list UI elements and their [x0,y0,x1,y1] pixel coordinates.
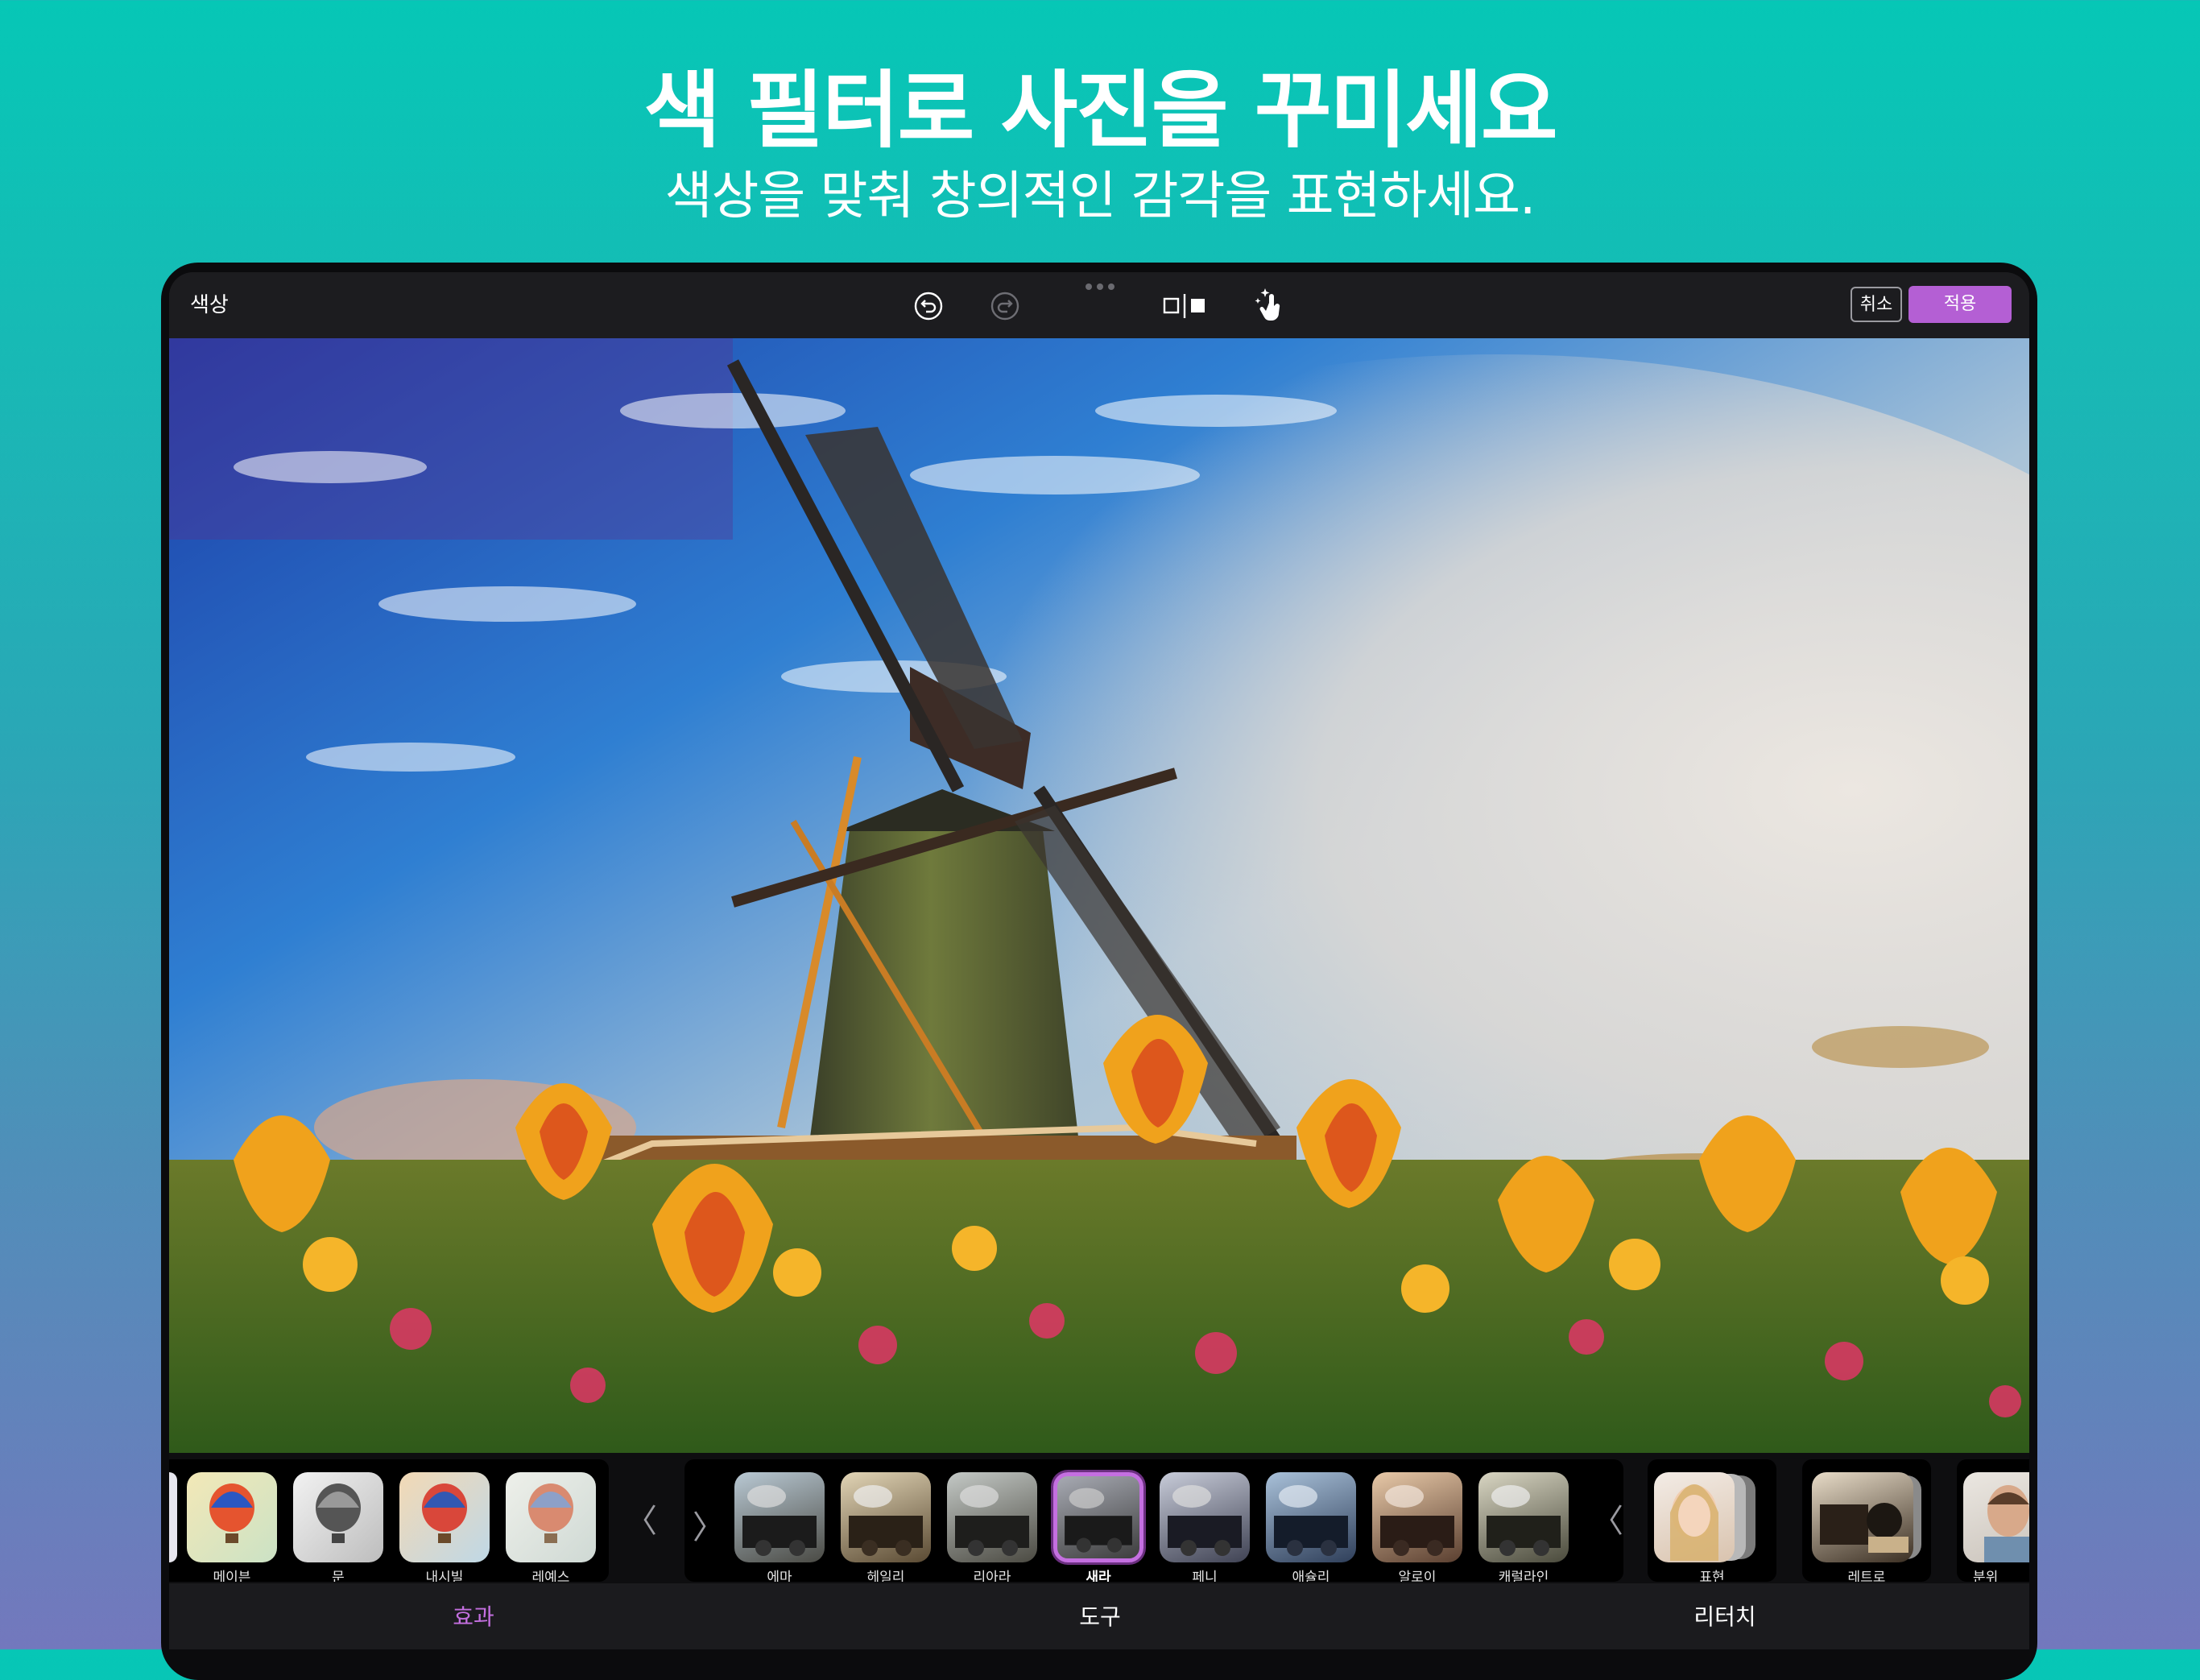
collapse-chevron-icon[interactable]: 〈 [625,1495,657,1541]
filter-label: 에마 [767,1570,792,1582]
filter-thumb-partial[interactable] [169,1472,177,1562]
collapse-chevron-icon[interactable]: 〈 [1591,1495,1623,1541]
filter-thumb-liara[interactable] [947,1472,1037,1562]
filter-thumb-reyes[interactable] [506,1472,596,1562]
category-expression[interactable]: 표현 [1648,1459,1776,1582]
train-image [849,1485,923,1556]
filter-label: 레예스 [531,1570,570,1582]
filter-group-2: 〉 에마 헤일리 리아라 새라 페니 애슐리 알로이 캐럴라인 [684,1459,1623,1582]
filter-thumb-hailey[interactable] [841,1472,931,1562]
filter-thumb-sara[interactable] [1053,1472,1143,1562]
promo-headline: 색 필터로 사진을 꾸미세요 [643,61,1557,159]
promo-subheadline: 색상을 맞춰 창의적인 감각을 표현하세요. [664,167,1536,226]
portrait-image [1963,1472,2029,1562]
balloon-image [528,1483,573,1543]
retro-image [1812,1472,1913,1562]
filter-thumb-penny[interactable] [1160,1472,1250,1562]
cancel-button[interactable]: 취소 [1851,287,1902,322]
apply-button[interactable]: 적용 [1908,286,2012,323]
filter-thumb-caroline[interactable] [1478,1472,1569,1562]
balloon-image [316,1483,361,1543]
filter-thumb-emma[interactable] [734,1472,825,1562]
category-label: 표현 [1699,1570,1725,1582]
redo-icon[interactable] [989,290,1021,322]
expand-chevron-icon[interactable]: 〉 [693,1501,725,1548]
filter-label: 메이븐 [213,1570,251,1582]
train-image [1168,1485,1242,1556]
magic-touch-icon[interactable] [1253,287,1288,324]
filter-thumb-ashley[interactable] [1266,1472,1356,1562]
filter-label-selected: 새라 [1086,1570,1111,1582]
filter-thumb-nashville[interactable] [399,1472,490,1562]
filter-label: 내시빌 [425,1570,464,1582]
portrait-image [1654,1472,1735,1562]
train-image [1380,1485,1454,1556]
category-mood[interactable]: 분위 [1957,1459,2029,1582]
compare-icon[interactable] [1161,290,1210,322]
train-image [955,1485,1029,1556]
balloon-image [209,1483,254,1543]
editor-screen: 색상 취소 적용 메이븐 문 내시빌 레예스 〈 〉 에마 헤일리 리아라 새라… [169,272,2029,1649]
panel-title: 색상 [190,293,229,317]
filter-group-1: 메이븐 문 내시빌 레예스 [169,1459,609,1582]
category-label: 분위 [1973,1570,1999,1582]
filter-label: 리아라 [973,1570,1011,1582]
filter-label: 페니 [1192,1570,1218,1582]
filter-thumb-maven[interactable] [187,1472,277,1562]
train-image [742,1485,817,1556]
category-retro[interactable]: 레트로 [1802,1459,1931,1582]
filter-thumb-moon[interactable] [293,1472,383,1562]
tab-effects[interactable]: 효과 [393,1599,554,1632]
filter-strip: 메이븐 문 내시빌 레예스 〈 〉 에마 헤일리 리아라 새라 페니 애슐리 알… [169,1453,2029,1583]
top-toolbar: 색상 취소 적용 [169,272,2029,338]
tab-tools[interactable]: 도구 [1019,1599,1181,1632]
filter-label: 애슐리 [1292,1570,1330,1582]
filter-label: 문 [332,1570,345,1582]
drag-grip-icon[interactable] [1086,283,1118,290]
filter-label: 헤일리 [866,1570,905,1582]
tab-retouch[interactable]: 리터치 [1644,1599,1805,1632]
filter-label: 알로이 [1398,1570,1437,1582]
train-image [1065,1488,1132,1553]
filter-label: 캐럴라인 [1498,1570,1549,1582]
undo-icon[interactable] [912,290,945,322]
filter-thumb-aloy[interactable] [1372,1472,1462,1562]
balloon-image [422,1483,467,1543]
bottom-tab-bar: 효과 도구 리터치 [169,1583,2029,1649]
train-image [1487,1485,1561,1556]
train-image [1274,1485,1348,1556]
photo-canvas[interactable] [169,338,2029,1453]
category-label: 레트로 [1847,1570,1886,1582]
